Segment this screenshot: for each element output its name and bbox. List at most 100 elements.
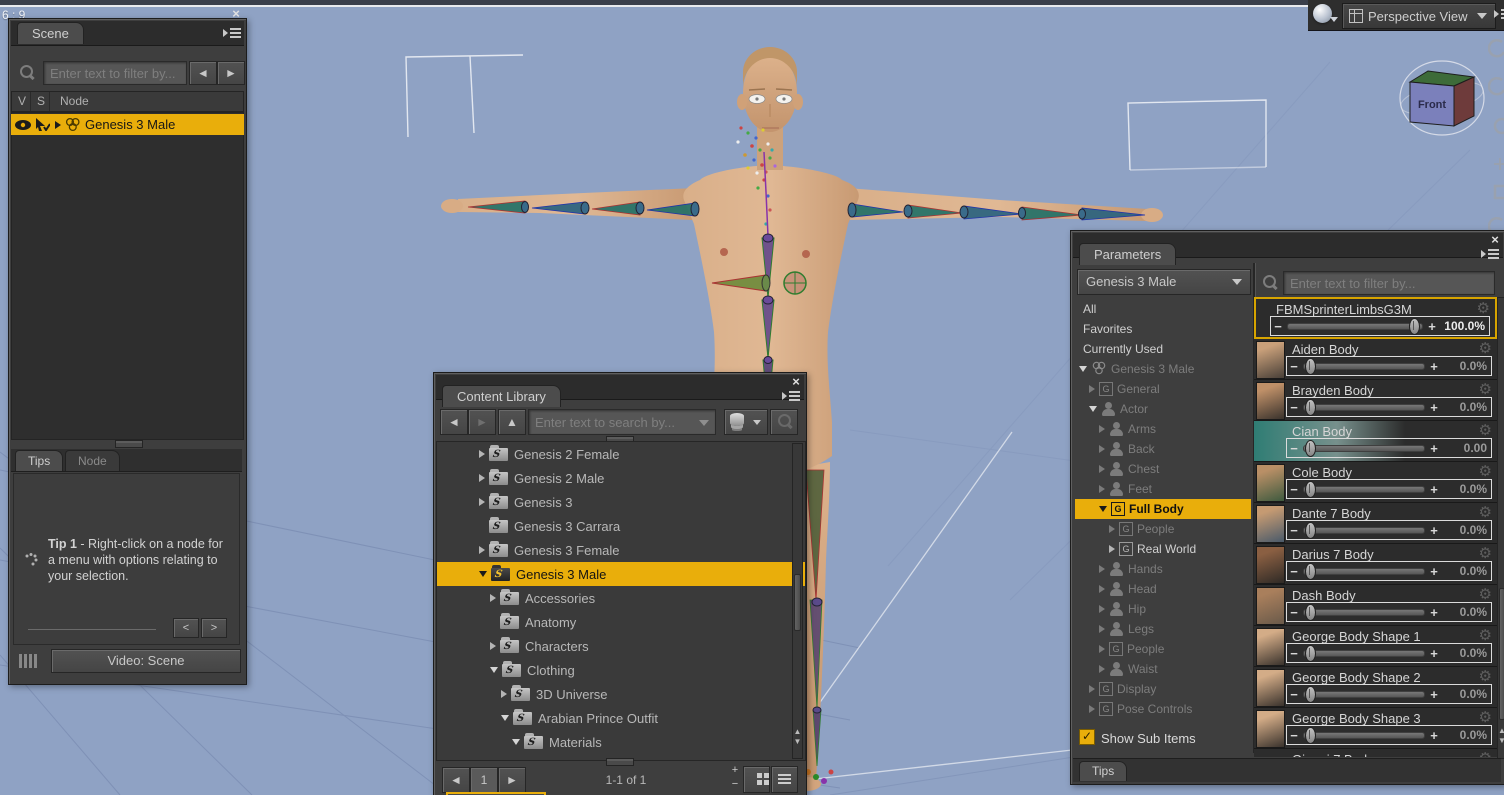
slider-handle[interactable]	[1304, 562, 1316, 580]
param-category-item[interactable]: Head	[1075, 579, 1251, 599]
scene-splitter-grip[interactable]	[115, 440, 143, 448]
slider-track[interactable]	[1303, 644, 1425, 662]
category-expand-icon[interactable]	[1099, 605, 1105, 613]
content-library-menu-icon[interactable]	[782, 390, 800, 404]
tree-expand-icon[interactable]	[512, 739, 520, 745]
slider-handle[interactable]	[1304, 644, 1316, 662]
param-category-item[interactable]: G Display	[1075, 679, 1251, 699]
cl-grid-view-button[interactable]	[743, 766, 770, 793]
parameters-menu-icon[interactable]	[1481, 248, 1499, 262]
scene-next-button[interactable]: ►	[217, 61, 245, 85]
slider-gear-icon[interactable]: ⚙	[1479, 546, 1492, 561]
param-target-dropdown[interactable]: Genesis 3 Male	[1077, 269, 1251, 295]
param-category-item[interactable]: Back	[1075, 439, 1251, 459]
category-expand-icon[interactable]	[1099, 425, 1105, 433]
slider-gear-icon[interactable]: ⚙	[1477, 301, 1490, 316]
param-category-item[interactable]: Hip	[1075, 599, 1251, 619]
param-scrollbar[interactable]: ▲ ▼	[1497, 297, 1504, 759]
param-category-item[interactable]: Legs	[1075, 619, 1251, 639]
slider-track[interactable]	[1303, 603, 1425, 621]
scene-tab[interactable]: Scene	[17, 22, 84, 44]
content-tree-item[interactable]: Anatomy	[437, 610, 805, 634]
cl-search-input[interactable]	[529, 410, 715, 434]
slider-track[interactable]	[1303, 685, 1425, 703]
param-filter-input[interactable]	[1284, 272, 1494, 294]
slider-increment-button[interactable]: +	[1427, 523, 1441, 538]
slider-gear-icon[interactable]: ⚙	[1479, 382, 1492, 397]
viewport-menu-icon[interactable]	[1494, 8, 1504, 22]
cl-page-prev-button[interactable]: ◄	[442, 767, 470, 793]
content-tree-item[interactable]: Genesis 3 Carrara	[437, 514, 805, 538]
cl-search-chevron-icon[interactable]	[699, 420, 709, 426]
param-category-item[interactable]: G People	[1075, 519, 1251, 539]
slider-gear-icon[interactable]: ⚙	[1479, 751, 1492, 757]
category-expand-icon[interactable]	[1099, 645, 1105, 653]
slider-decrement-button[interactable]: −	[1287, 359, 1301, 374]
slider-decrement-button[interactable]: −	[1287, 482, 1301, 497]
param-tips-tab[interactable]: Tips	[1079, 761, 1128, 781]
slider-increment-button[interactable]: +	[1427, 605, 1441, 620]
tree-expand-icon[interactable]	[501, 715, 509, 721]
category-expand-icon[interactable]	[1089, 406, 1097, 412]
param-scroll-up-icon[interactable]: ▲	[1498, 726, 1504, 735]
slider-increment-button[interactable]: +	[1427, 646, 1441, 661]
tree-expand-icon[interactable]	[479, 450, 485, 458]
param-category-item[interactable]: Arms	[1075, 419, 1251, 439]
content-tree-item[interactable]: Accessories	[437, 586, 805, 610]
param-category-item[interactable]: All	[1075, 299, 1251, 319]
slider-gear-icon[interactable]: ⚙	[1479, 341, 1492, 356]
slider-decrement-button[interactable]: −	[1287, 564, 1301, 579]
param-category-item[interactable]: Chest	[1075, 459, 1251, 479]
slider-handle[interactable]	[1304, 439, 1316, 457]
tree-expand-icon[interactable]	[479, 474, 485, 482]
content-tree-item[interactable]: Genesis 2 Male	[437, 466, 805, 490]
cl-search-button[interactable]	[770, 409, 798, 435]
scene-prev-button[interactable]: ◄	[189, 61, 217, 85]
slider-track[interactable]	[1303, 726, 1425, 744]
tree-expand-icon[interactable]	[490, 667, 498, 673]
cl-search-inputbox[interactable]	[528, 409, 716, 435]
show-sub-items-row[interactable]: ✓ Show Sub Items	[1079, 729, 1249, 747]
param-category-item[interactable]: G General	[1075, 379, 1251, 399]
slider-gear-icon[interactable]: ⚙	[1479, 710, 1492, 725]
camera-orb-dropdown-icon[interactable]	[1330, 17, 1338, 22]
slider-track[interactable]	[1303, 357, 1425, 375]
cl-database-button[interactable]	[724, 409, 768, 435]
slider-gear-icon[interactable]: ⚙	[1479, 628, 1492, 643]
cl-zoom-out-button[interactable]: −	[728, 778, 742, 791]
scene-node-row[interactable]: Genesis 3 Male	[11, 114, 244, 135]
content-tree-item[interactable]: Materials	[437, 730, 805, 754]
content-tree-item[interactable]: Genesis 3 Female	[437, 538, 805, 562]
slider-track[interactable]	[1303, 480, 1425, 498]
slider-track[interactable]	[1303, 439, 1425, 457]
slider-increment-button[interactable]: +	[1427, 482, 1441, 497]
tip-prev-button[interactable]: <	[173, 618, 199, 638]
category-expand-icon[interactable]	[1099, 445, 1105, 453]
slider-decrement-button[interactable]: −	[1287, 687, 1301, 702]
parameters-tab[interactable]: Parameters	[1079, 243, 1177, 265]
cl-back-button[interactable]: ◄	[440, 409, 468, 435]
slider-decrement-button[interactable]: −	[1287, 728, 1301, 743]
slider-decrement-button[interactable]: −	[1287, 646, 1301, 661]
category-expand-icon[interactable]	[1099, 506, 1107, 512]
content-tree-item[interactable]: Characters	[437, 634, 805, 658]
cl-up-button[interactable]: ▲	[498, 409, 526, 435]
content-tree-item[interactable]: 3D Universe	[437, 682, 805, 706]
category-expand-icon[interactable]	[1099, 565, 1105, 573]
slider-handle[interactable]	[1304, 480, 1316, 498]
content-tree-item[interactable]: Genesis 3 Male	[437, 562, 805, 586]
param-category-item[interactable]: Genesis 3 Male	[1075, 359, 1251, 379]
slider-decrement-button[interactable]: −	[1287, 400, 1301, 415]
category-expand-icon[interactable]	[1089, 705, 1095, 713]
cl-page-next-button[interactable]: ►	[498, 767, 526, 793]
param-category-item[interactable]: Hands	[1075, 559, 1251, 579]
scene-node-expand-icon[interactable]	[55, 120, 61, 129]
tree-expand-icon[interactable]	[479, 546, 485, 554]
slider-decrement-button[interactable]: −	[1287, 441, 1301, 456]
slider-handle[interactable]	[1304, 685, 1316, 703]
category-expand-icon[interactable]	[1099, 665, 1105, 673]
parameters-close-icon[interactable]: ×	[1487, 233, 1503, 247]
category-expand-icon[interactable]	[1099, 465, 1105, 473]
param-category-item[interactable]: Favorites	[1075, 319, 1251, 339]
slider-increment-button[interactable]: +	[1427, 441, 1441, 456]
